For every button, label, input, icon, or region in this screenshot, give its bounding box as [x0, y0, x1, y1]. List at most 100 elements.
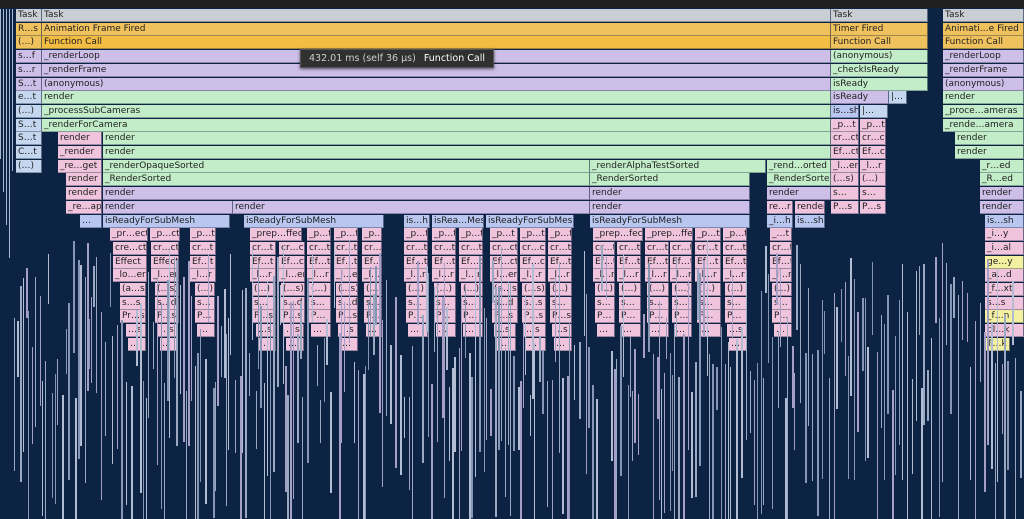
flame-event[interactable]: _lo…er — [113, 269, 147, 283]
flame-event[interactable]: … — [774, 324, 792, 338]
flame-event[interactable]: _l…er — [831, 159, 859, 173]
flame-event[interactable]: _r…ed — [980, 159, 1024, 173]
flame-event[interactable]: …s — [727, 324, 747, 338]
flame-event[interactable]: …s — [524, 324, 546, 338]
flame-event[interactable]: _re…get — [58, 159, 102, 173]
flame-event[interactable]: … — [729, 337, 747, 351]
flame-event[interactable]: cr…t — [770, 241, 792, 255]
flame-event[interactable]: P… — [725, 310, 747, 324]
flame-event[interactable]: Ef…ct — [860, 146, 886, 159]
flame-event[interactable]: _l…r — [404, 269, 428, 283]
flame-event[interactable]: Ef…ct — [831, 146, 859, 159]
flame-event[interactable]: _rend…orted — [767, 159, 831, 173]
flame-event[interactable]: S…t — [16, 77, 42, 91]
flame-event[interactable]: s… — [831, 187, 859, 201]
flame-event[interactable]: Function Call — [42, 36, 831, 50]
flame-event[interactable]: cr…ct — [151, 241, 179, 255]
flame-event[interactable]: _proce…ameras — [943, 104, 1024, 118]
long-task-bar[interactable]: Task — [42, 9, 831, 22]
flame-event[interactable]: _l…er — [490, 269, 518, 283]
flame-event[interactable]: Function Call — [943, 36, 1024, 50]
flame-event[interactable]: _renderForCamera — [42, 118, 831, 132]
flame-event[interactable]: Timer Fired — [831, 22, 928, 36]
flame-event[interactable]: _prep…ffect — [645, 228, 693, 242]
flame-event[interactable]: s…s — [985, 296, 1024, 310]
flame-event[interactable]: cr…t — [695, 241, 721, 255]
flame-event[interactable]: render — [590, 187, 750, 201]
flame-event[interactable]: … — [80, 214, 102, 228]
flame-event[interactable]: S…t — [16, 118, 42, 132]
flame-event[interactable]: isReadyForSubMesh — [486, 214, 574, 228]
flame-event[interactable]: (anonymous) — [42, 77, 831, 91]
flame-event[interactable]: _f…xt — [985, 283, 1024, 296]
flame-event[interactable]: _…t — [770, 228, 792, 242]
flame-event[interactable]: s… — [195, 296, 215, 310]
flame-event[interactable]: cr…ct — [831, 132, 859, 146]
flame-event[interactable]: P… — [772, 310, 792, 324]
flame-event[interactable]: Animati…e Fired — [943, 22, 1024, 36]
flame-event[interactable]: s… — [772, 296, 792, 310]
flame-event[interactable]: s… — [725, 296, 747, 310]
flame-event[interactable]: Ef…t — [770, 255, 792, 269]
flame-event[interactable]: cr…t — [334, 241, 358, 255]
flame-event[interactable]: cr…t — [645, 241, 669, 255]
flame-event[interactable]: e…t — [16, 91, 42, 105]
flame-event[interactable]: (…s) — [831, 173, 859, 187]
flame-event[interactable]: (…) — [195, 283, 215, 296]
flame-event[interactable]: render — [795, 200, 825, 214]
flame-event[interactable]: (…) — [672, 283, 692, 296]
flame-event[interactable]: isReady — [831, 91, 889, 105]
flame-event[interactable]: is…sh — [795, 214, 825, 228]
flame-event[interactable]: isReadyForSubMesh — [103, 214, 230, 228]
flame-event[interactable]: (…s) — [522, 283, 546, 296]
flame-event[interactable]: _renderAlphaTestSorted — [590, 159, 766, 173]
flame-event[interactable]: _p…t — [432, 228, 456, 242]
flame-event[interactable]: ge…y — [985, 255, 1024, 269]
flame-event[interactable]: _a…d — [985, 269, 1024, 283]
flame-event[interactable]: _R…ed — [980, 173, 1024, 187]
flame-event[interactable]: s…d — [336, 296, 358, 310]
flame-event[interactable]: _renderFrame — [943, 63, 1024, 77]
flame-event[interactable]: cr…t — [548, 241, 572, 255]
flame-event[interactable]: S…t — [16, 132, 42, 146]
flame-event[interactable]: _p…ct — [150, 228, 180, 242]
flame-event[interactable]: cr…ct — [490, 241, 518, 255]
flame-event[interactable]: render — [955, 146, 1024, 159]
flame-event[interactable]: P…s — [336, 310, 358, 324]
flame-event[interactable]: (…s) — [281, 283, 305, 296]
flame-event[interactable]: render — [103, 187, 590, 201]
flame-event[interactable]: P… — [672, 310, 692, 324]
flame-event[interactable]: cr…t — [432, 241, 456, 255]
flame-event[interactable]: (…) — [647, 283, 669, 296]
flame-event[interactable]: render — [66, 173, 102, 187]
long-task-bar[interactable]: Task — [831, 9, 928, 22]
flame-event[interactable]: Ef…t — [670, 255, 692, 269]
flame-event[interactable]: render — [103, 146, 831, 159]
flame-event[interactable]: _i…y — [985, 228, 1024, 242]
flame-event[interactable]: s…f — [16, 50, 42, 64]
flame-event[interactable]: _pr…ect — [110, 228, 148, 242]
flame-event[interactable]: _p…t — [362, 228, 382, 242]
flame-event[interactable]: _re…ap — [66, 200, 102, 214]
flame-event[interactable]: _l…r — [307, 269, 331, 283]
flame-event[interactable]: _RenderSorted — [767, 173, 831, 187]
flame-event[interactable]: cr…ct — [520, 241, 546, 255]
flame-event[interactable]: Pr…s — [120, 310, 146, 324]
flame-event[interactable]: render — [980, 200, 1024, 214]
flame-event[interactable]: (…) — [16, 159, 42, 173]
flame-event[interactable]: isReady — [831, 77, 928, 91]
flame-event[interactable]: s…r — [16, 63, 42, 77]
flame-event[interactable]: s… — [595, 296, 615, 310]
flame-event[interactable]: _p…t — [459, 228, 483, 242]
task-bar[interactable]: Task — [16, 9, 42, 22]
flame-event[interactable]: Ef…t — [190, 255, 216, 269]
flame-event[interactable]: cr…ct — [860, 132, 886, 146]
flame-event[interactable]: Animation Frame Fired — [42, 22, 831, 36]
flame-event[interactable]: (…) — [16, 36, 42, 50]
flame-event[interactable]: is…sh — [831, 104, 859, 118]
flame-event[interactable]: _p…t — [860, 118, 886, 132]
flame-event[interactable]: render — [233, 200, 590, 214]
flame-event[interactable]: … — [311, 324, 331, 338]
flame-event[interactable]: _rende…amera — [943, 118, 1024, 132]
flame-event[interactable]: Ef…t — [307, 255, 331, 269]
